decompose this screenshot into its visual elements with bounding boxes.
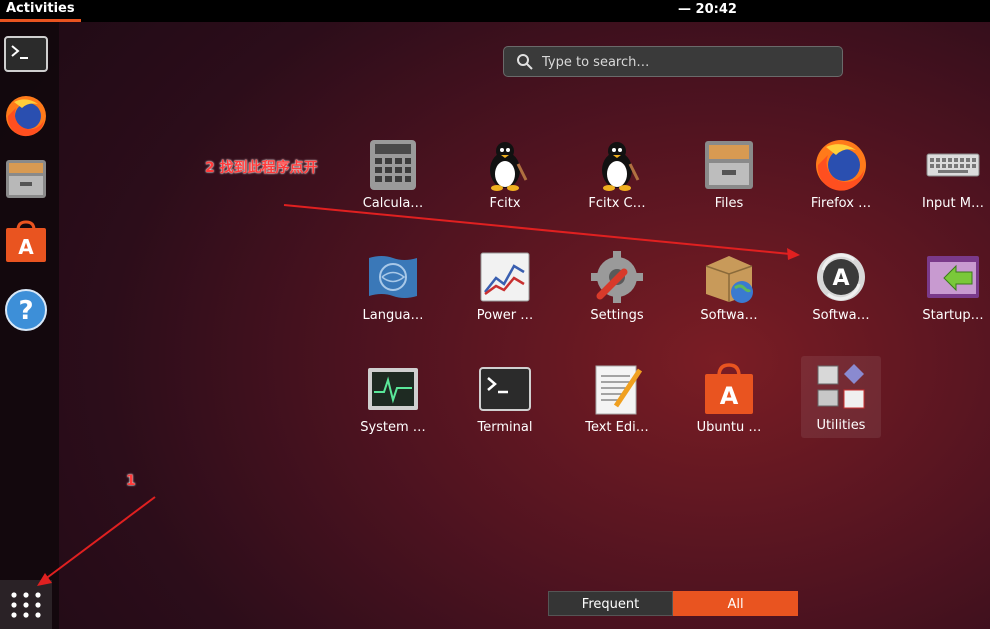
search-icon: [517, 54, 533, 70]
app-label: Files: [714, 196, 744, 211]
penguin-icon: [490, 142, 528, 191]
app-label: Fcitx C…: [588, 196, 646, 211]
app-power-statistics[interactable]: Power …: [449, 246, 561, 346]
app-utilities-folder[interactable]: Utilities: [801, 356, 881, 438]
app-label: Softwa…: [700, 308, 758, 323]
svg-text:?: ?: [18, 296, 33, 326]
app-firefox[interactable]: Firefox …: [785, 134, 897, 234]
dock-help[interactable]: ?: [4, 288, 48, 332]
help-icon: ?: [5, 289, 47, 331]
files-icon: [705, 141, 753, 189]
app-calculator[interactable]: Calcula…: [337, 134, 449, 234]
dock: A ?: [0, 22, 59, 629]
app-label: Terminal: [477, 420, 533, 435]
settings-icon: [591, 251, 643, 303]
app-startup-applications[interactable]: Startup…: [897, 246, 990, 346]
terminal-icon: [479, 367, 531, 411]
app-label: Settings: [590, 308, 644, 323]
software-center-icon: A: [6, 220, 46, 262]
svg-text:A: A: [720, 382, 739, 410]
startup-icon: [927, 256, 979, 298]
app-label: Ubuntu …: [696, 420, 762, 435]
grid-icon: [11, 591, 41, 618]
app-input-method[interactable]: Input M…: [897, 134, 990, 234]
arrow-to-show-applications: [43, 496, 156, 581]
dock-files[interactable]: [4, 156, 48, 200]
app-terminal[interactable]: Terminal: [449, 358, 561, 458]
svg-text:A: A: [832, 266, 849, 291]
search-box[interactable]: [503, 46, 843, 77]
app-text-editor[interactable]: Text Edi…: [561, 358, 673, 458]
firefox-icon: [816, 140, 866, 191]
software-box-icon: [705, 256, 753, 303]
clock[interactable]: — 20:42: [678, 0, 737, 22]
power-statistics-icon: [480, 252, 530, 302]
files-icon: [6, 160, 46, 198]
app-software-properties[interactable]: Softwa…: [673, 246, 785, 346]
utilities-folder-icon: [817, 364, 865, 409]
top-bar: Activities — 20:42: [0, 0, 990, 22]
text-editor-icon: [595, 365, 643, 415]
app-label: Power …: [476, 308, 534, 323]
app-files[interactable]: Files: [673, 134, 785, 234]
dock-terminal[interactable]: [4, 32, 48, 76]
app-label: Startup…: [922, 308, 984, 323]
app-label: Input M…: [921, 196, 984, 211]
system-monitor-icon: [368, 368, 418, 410]
app-fcitx-config[interactable]: Fcitx C…: [561, 134, 673, 234]
app-label: Utilities: [816, 418, 866, 433]
tab-all[interactable]: All: [673, 591, 798, 616]
app-fcitx[interactable]: Fcitx: [449, 134, 561, 234]
ubuntu-software-icon: A: [705, 363, 753, 414]
app-label: Firefox …: [810, 196, 872, 211]
app-label: Fcitx: [489, 196, 521, 211]
calculator-icon: [370, 140, 416, 190]
show-applications-button[interactable]: [0, 580, 52, 629]
language-flag-icon: [369, 256, 417, 298]
app-label: Softwa…: [812, 308, 870, 323]
app-ubuntu-software[interactable]: A Ubuntu …: [673, 358, 785, 458]
search-input[interactable]: [542, 51, 832, 73]
app-label: Text Edi…: [585, 420, 649, 435]
activities-button[interactable]: Activities: [0, 0, 81, 22]
svg-text:A: A: [18, 235, 34, 259]
terminal-icon: [4, 36, 48, 72]
penguin-icon: [602, 142, 640, 191]
tab-frequent[interactable]: Frequent: [548, 591, 673, 616]
app-software-updater[interactable]: A Softwa…: [785, 246, 897, 346]
firefox-icon: [6, 96, 46, 137]
app-system-monitor[interactable]: System …: [337, 358, 449, 458]
dock-firefox[interactable]: [4, 94, 48, 138]
keyboard-icon: [926, 153, 980, 177]
app-label: Calcula…: [362, 196, 424, 211]
annotation-step-2: 2 找到此程序点开: [205, 160, 318, 176]
app-settings[interactable]: Settings: [561, 246, 673, 346]
app-label: Langua…: [362, 308, 424, 323]
app-view-tabs: Frequent All: [548, 591, 798, 616]
software-updater-icon: A: [817, 253, 865, 301]
annotation-step-1: 1: [126, 473, 136, 489]
dock-software[interactable]: A: [4, 220, 48, 264]
app-language-support[interactable]: Langua…: [337, 246, 449, 346]
app-label: System …: [360, 420, 426, 435]
